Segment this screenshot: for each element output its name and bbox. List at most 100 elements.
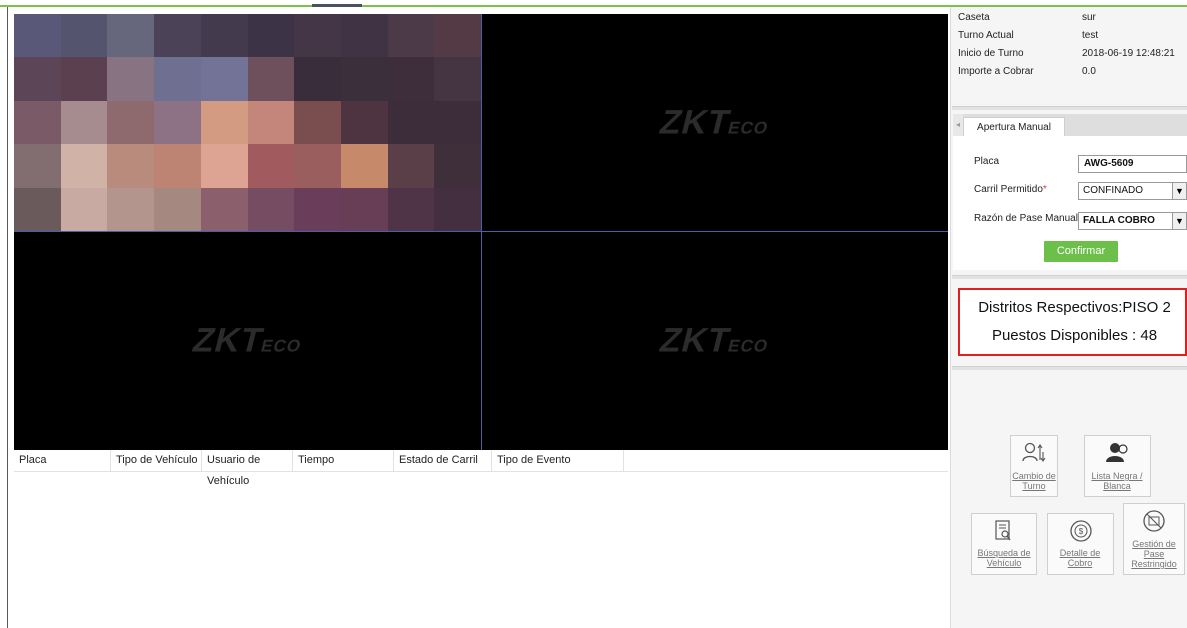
tab-scroll-left-icon[interactable]: ◂ — [953, 114, 963, 136]
info-label-inicio: Inicio de Turno — [958, 48, 1024, 59]
mosaic-pixel — [60, 100, 108, 145]
column-header-usuario-vehiculo[interactable]: Usuario de Vehículo — [202, 450, 293, 487]
detalle-cobro-label[interactable]: Detalle de Cobro — [1050, 548, 1110, 568]
razon-pase-label: Razón de Pase Manual — [974, 213, 1078, 224]
mosaic-pixel — [387, 100, 435, 145]
mosaic-pixel — [247, 187, 295, 231]
zkteco-watermark: ZKTECO — [655, 103, 771, 141]
mosaic-pixel — [60, 144, 108, 188]
camera-view-3[interactable]: ZKTECO — [14, 232, 481, 450]
carril-permitido-select[interactable]: CONFINADO ▼ — [1078, 182, 1187, 200]
column-header-tiempo[interactable]: Tiempo — [293, 450, 394, 471]
mosaic-pixel — [60, 187, 108, 231]
active-tab-marker — [312, 4, 362, 7]
mosaic-pixel — [14, 14, 61, 58]
mosaic-pixel — [107, 187, 155, 231]
column-header-estado-carril[interactable]: Estado de Carril — [394, 450, 492, 471]
mosaic-pixel — [154, 187, 201, 231]
grid-divider-vertical — [481, 14, 482, 450]
chevron-down-icon: ▼ — [1172, 183, 1186, 199]
mosaic-pixel — [60, 14, 108, 58]
mosaic-pixel — [340, 100, 388, 145]
mosaic-pixel — [200, 14, 248, 58]
mosaic-pixel — [247, 100, 295, 145]
mosaic-pixel — [200, 57, 248, 101]
mosaic-pixel — [434, 57, 481, 101]
tab-apertura-manual[interactable]: Apertura Manual — [963, 117, 1065, 138]
busqueda-vehiculo-label[interactable]: Búsqueda de Vehículo — [974, 548, 1034, 568]
column-header-placa[interactable]: Placa — [14, 450, 111, 471]
panel-separator — [952, 106, 1187, 110]
mosaic-pixel — [434, 187, 481, 231]
action-buttons-area — [952, 372, 1187, 628]
razon-selected-value: FALLA COBRO — [1083, 215, 1155, 226]
mosaic-pixel — [247, 144, 295, 188]
info-value-turno: test — [1082, 30, 1099, 41]
carril-selected-value: CONFINADO — [1083, 185, 1143, 196]
mosaic-pixel — [387, 144, 435, 188]
user-switch-icon — [1022, 442, 1046, 462]
users-list-icon — [1105, 443, 1128, 462]
mosaic-pixel — [387, 187, 435, 231]
document-search-icon — [995, 520, 1011, 541]
mosaic-pixel — [294, 57, 341, 101]
mosaic-pixel — [60, 57, 108, 101]
mosaic-pixel — [14, 57, 61, 101]
mosaic-pixel — [154, 100, 201, 145]
column-header-tipo-vehiculo[interactable]: Tipo de Vehículo — [111, 450, 202, 471]
mosaic-pixel — [434, 144, 481, 188]
mosaic-pixel — [200, 100, 248, 145]
carril-permitido-label: Carril Permitido* — [974, 184, 1047, 195]
mosaic-pixel — [387, 14, 435, 58]
svg-text:$: $ — [1078, 527, 1083, 536]
mosaic-pixel — [387, 57, 435, 101]
mosaic-pixel — [200, 144, 248, 188]
mosaic-pixel — [107, 14, 155, 58]
confirm-button[interactable]: Confirmar — [1044, 241, 1118, 262]
column-header-tipo-evento[interactable]: Tipo de Evento — [492, 450, 624, 471]
district-availability-box: Distritos Respectivos:PISO 2 Puestos Dis… — [958, 288, 1187, 356]
left-border — [7, 7, 8, 628]
mosaic-pixel — [247, 14, 295, 58]
camera-view-1[interactable] — [14, 14, 481, 231]
mosaic-pixel — [340, 14, 388, 58]
mosaic-pixel — [294, 187, 341, 231]
mosaic-pixel — [154, 144, 201, 188]
camera-view-2[interactable]: ZKTECO — [482, 14, 948, 231]
camera-view-4[interactable]: ZKTECO — [482, 232, 948, 450]
placa-label: Placa — [974, 156, 1000, 167]
mosaic-pixel — [434, 14, 481, 58]
mosaic-pixel — [14, 144, 61, 188]
cambio-turno-label[interactable]: Cambio de Turno — [1006, 471, 1062, 491]
mosaic-pixel — [294, 144, 341, 188]
panel-separator — [952, 366, 1187, 370]
mosaic-pixel — [294, 100, 341, 145]
mosaic-pixel — [200, 187, 248, 231]
mosaic-pixel — [154, 14, 201, 58]
razon-pase-select[interactable]: FALLA COBRO ▼ — [1078, 212, 1187, 230]
gestion-pase-restringido-label[interactable]: Gestión de Pase Restringido — [1124, 539, 1184, 569]
info-label-turno: Turno Actual — [958, 30, 1014, 41]
mosaic-pixel — [14, 100, 61, 145]
mosaic-pixel — [434, 100, 481, 145]
mosaic-pixel — [107, 100, 155, 145]
info-value-inicio: 2018-06-19 12:48:21 — [1082, 48, 1175, 59]
pixelated-camera-image — [14, 14, 481, 231]
chevron-down-icon: ▼ — [1172, 213, 1186, 229]
mosaic-pixel — [154, 57, 201, 101]
grid-divider-horizontal — [14, 231, 948, 232]
district-name: Distritos Respectivos:PISO 2 — [978, 299, 1171, 316]
video-grid: ZKTECO ZKTECO ZKTECO — [14, 14, 948, 450]
info-label-caseta: Caseta — [958, 12, 990, 23]
required-marker: * — [1042, 184, 1047, 195]
mosaic-pixel — [247, 57, 295, 101]
mosaic-pixel — [340, 144, 388, 188]
zkteco-watermark: ZKTECO — [655, 321, 771, 360]
info-value-caseta: sur — [1082, 12, 1096, 23]
placa-input[interactable]: AWG-5609 — [1078, 155, 1187, 173]
info-label-importe: Importe a Cobrar — [958, 66, 1034, 77]
mosaic-pixel — [107, 144, 155, 188]
panel-separator — [952, 275, 1187, 279]
coin-icon: $ — [1069, 520, 1092, 542]
lista-negra-blanca-label[interactable]: Lista Negra / Blanca — [1087, 471, 1147, 491]
